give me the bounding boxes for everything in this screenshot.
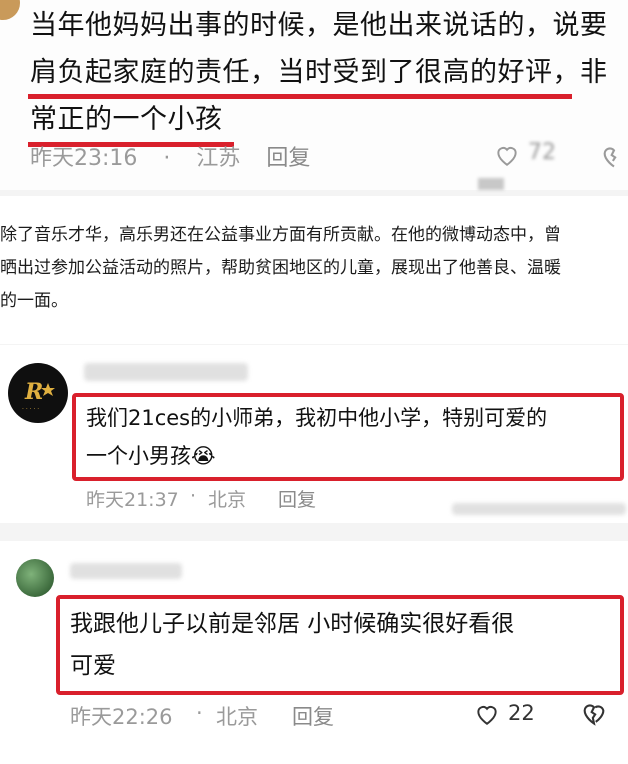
comment-text-line-3: 常正的一个小孩 [30,104,223,135]
comment-location: 北京 [216,705,258,729]
reply-button[interactable]: 回复 [278,485,316,512]
broken-heart-icon[interactable] [580,699,608,727]
svg-text:· · · · ·: · · · · · [22,406,39,413]
comment-card-1: 当年他妈妈出事的时候，是他出来说话的，说要 肩负起家庭的责任，当时受到了很高的好… [0,0,628,190]
blurred-watermark [478,178,504,190]
reply-button[interactable]: 回复 [266,146,310,171]
svg-text:R: R [24,379,43,405]
comment-text-line-1: 我跟他儿子以前是邻居 小时候确实很好看很 [70,611,515,637]
avatar[interactable] [16,559,54,597]
comment-text-line-2: 一个小男孩😭 [86,437,216,475]
separator-dot: · [196,701,203,725]
comment-location: 江苏 [196,146,241,171]
comment-text-line-1: 当年他妈妈出事的时候，是他出来说话的，说要 [30,10,608,41]
comment-text-line-2: 肩负起家庭的责任，当时受到了很高的好评，非 [30,57,608,88]
blurred-username [70,563,182,579]
article-line-3: 的一面。 [0,291,68,311]
comment-meta: 昨天23:16 · 江苏 回复 [30,140,336,172]
like-count: 22 [508,701,535,725]
heart-icon[interactable] [494,142,520,168]
broken-heart-icon[interactable] [600,142,628,170]
heart-icon[interactable] [474,701,500,727]
avatar[interactable] [0,0,20,20]
blurred-watermark [452,503,626,515]
separator-dot: · [163,146,171,171]
comment-text-line-1: 我们21ces的小师弟，我初中他小学，特别可爱的 [86,406,548,430]
comment-time: 昨天21:37 [86,489,179,511]
avatar[interactable]: R · · · · · [8,363,68,423]
comment-text: 一个小男孩 [86,444,191,468]
article-paragraph: 除了音乐才华，高乐男还在公益事业方面有所贡献。在他的微博动态中，曾 晒出过参加公… [0,196,628,344]
blurred-username [84,363,248,381]
reply-button[interactable]: 回复 [292,701,334,731]
comment-location: 北京 [208,489,247,511]
separator-dot: · [190,485,197,507]
article-line-2: 晒出过参加公益活动的照片，帮助贫困地区的儿童，展现出了他善良、温暖 [0,258,561,278]
crying-emoji: 😭 [191,444,216,468]
comment-time: 昨天22:26 [70,705,173,729]
comment-card-2: R · · · · · 我们21ces的小师弟，我初中他小学，特别可爱的 一个小… [0,345,628,523]
comment-card-3: 我跟他儿子以前是邻居 小时候确实很好看很 可爱 昨天22:26 · 北京 回复 … [0,541,628,764]
article-line-1: 除了音乐才华，高乐男还在公益事业方面有所贡献。在他的微博动态中，曾 [0,225,561,245]
comment-time: 昨天23:16 [30,146,138,171]
like-count: 72 [528,140,556,165]
comment-text-line-2: 可爱 [70,653,116,679]
